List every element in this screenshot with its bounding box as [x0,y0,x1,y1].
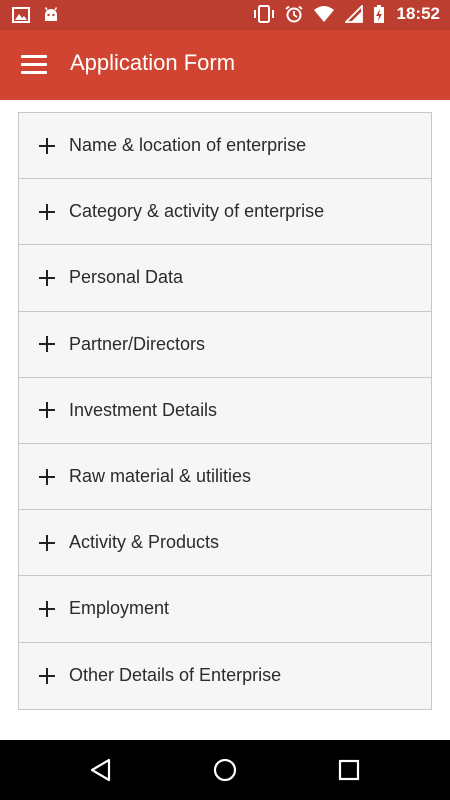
page-title: Application Form [70,50,236,75]
plus-icon [39,534,55,551]
section-partner-directors[interactable]: Partner/Directors [19,312,431,378]
status-bar-left [12,6,60,24]
plus-icon [39,203,55,220]
main-content: Name & location of enterprise Category &… [0,100,450,740]
menu-button[interactable] [14,47,54,83]
section-label: Raw material & utilities [69,466,252,487]
back-icon [90,758,111,782]
recents-button[interactable] [334,755,364,785]
vibrate-icon [253,5,274,23]
plus-icon [39,336,55,353]
section-label: Category & activity of enterprise [69,201,325,222]
section-label: Personal Data [69,267,184,288]
plus-icon [39,600,55,617]
status-bar: 18:52 [0,0,450,30]
section-label: Partner/Directors [69,333,206,354]
section-investment-details[interactable]: Investment Details [19,378,431,444]
section-employment[interactable]: Employment [19,576,431,643]
plus-icon [39,468,55,485]
alarm-icon [284,5,303,23]
back-button[interactable] [86,755,116,785]
section-raw-material-utilities[interactable]: Raw material & utilities [19,444,431,511]
hamburger-menu-icon [21,55,47,75]
section-other-details[interactable]: Other Details of Enterprise [19,643,431,709]
section-category-activity[interactable]: Category & activity of enterprise [19,179,431,246]
image-icon [12,7,30,23]
home-button[interactable] [210,755,240,785]
plus-icon [39,137,55,154]
app-bar: Application Form [0,30,450,100]
system-nav-bar [0,740,450,800]
plus-icon [39,402,55,419]
plus-icon [39,667,55,684]
section-label: Employment [69,598,170,619]
android-icon [44,7,58,21]
section-label: Other Details of Enterprise [69,665,282,686]
recents-icon [338,759,360,781]
signal-icon [344,5,363,23]
section-name-location[interactable]: Name & location of enterprise [19,113,431,180]
section-label: Name & location of enterprise [69,135,307,156]
section-personal-data[interactable]: Personal Data [19,245,431,312]
status-bar-right: 18:52 [253,4,440,24]
plus-icon [39,269,55,286]
status-time: 18:52 [396,4,440,23]
section-activity-products[interactable]: Activity & Products [19,510,431,577]
battery-icon [373,5,384,23]
wifi-icon [313,6,334,22]
section-label: Activity & Products [69,532,220,553]
form-sections-accordion: Name & location of enterprise Category &… [18,112,432,710]
home-icon [213,758,237,782]
section-label: Investment Details [69,399,218,420]
